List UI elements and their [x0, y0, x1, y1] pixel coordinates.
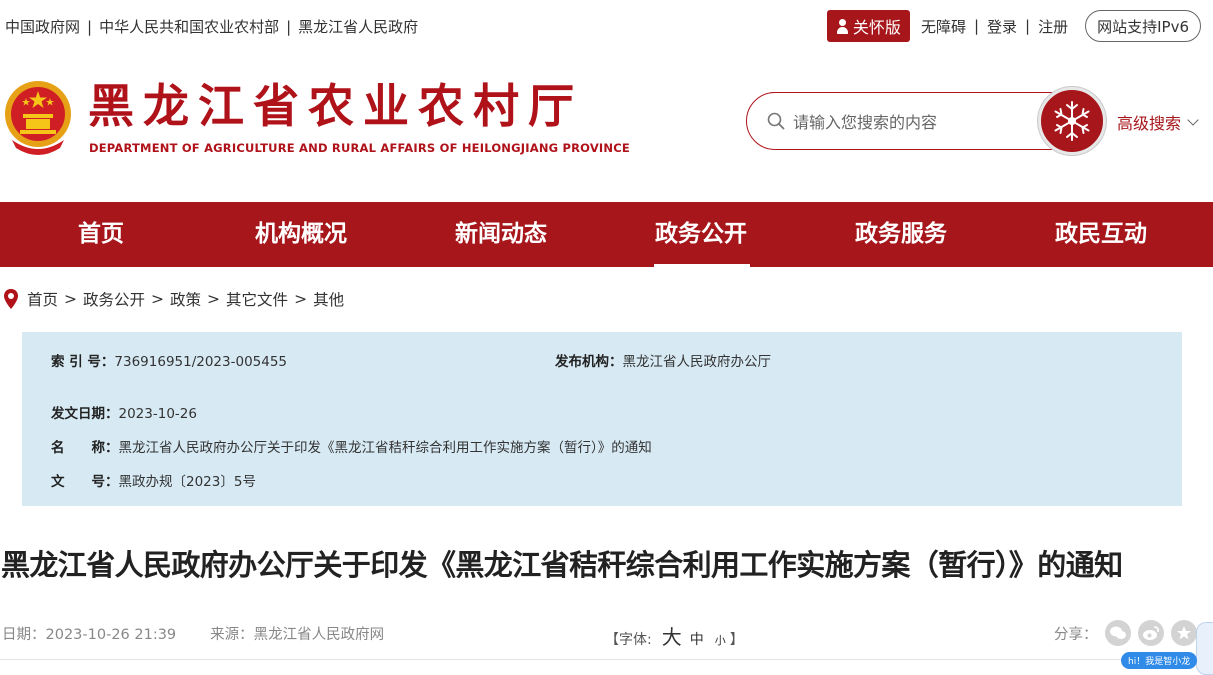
top-links: 中国政府网 | 中华人民共和国农业农村部 | 黑龙江省人民政府: [5, 16, 418, 37]
document-info-box: 索 引 号：736916951/2023-005455 发布机构：黑龙江省人民政…: [22, 332, 1182, 506]
breadcrumb-other[interactable]: 其他: [313, 288, 344, 310]
weibo-icon[interactable]: [1137, 620, 1164, 646]
font-size-label: 【字体:: [605, 632, 652, 648]
info-date-value: 2023-10-26: [118, 406, 197, 422]
star-icon[interactable]: [1170, 620, 1197, 646]
breadcrumb: 首页 > 政务公开 > 政策 > 其它文件 > 其他: [3, 288, 344, 310]
nav-gov-services[interactable]: 政务服务: [801, 202, 1001, 267]
breadcrumb-policy[interactable]: 政策: [170, 288, 201, 310]
assistant-bubble[interactable]: hi！我是智小龙: [1121, 652, 1198, 669]
separator: |: [286, 18, 292, 36]
breadcrumb-gov-affairs[interactable]: 政务公开: [83, 288, 145, 310]
font-size-large-button[interactable]: 大: [662, 621, 682, 650]
top-bar: 中国政府网 | 中华人民共和国农业农村部 | 黑龙江省人民政府 关怀版 无障碍 | 登录…: [0, 0, 1213, 50]
info-doc-label: 文 号：: [51, 474, 119, 490]
share-bar: 分享：: [1054, 620, 1197, 646]
article-source: 来源：黑龙江省人民政府网: [210, 627, 385, 643]
info-doc-number: 文 号：黑政办规〔2023〕5号: [51, 470, 256, 490]
nav-news[interactable]: 新闻动态: [401, 202, 601, 267]
snowflake-icon: [1054, 101, 1090, 141]
info-index: 索 引 号：736916951/2023-005455: [51, 350, 287, 370]
info-doc-value: 黑政办规〔2023〕5号: [118, 474, 256, 490]
article-date: 日期：2023-10-26 21:39: [2, 627, 177, 643]
advanced-search-label: 高级搜索: [1117, 114, 1182, 133]
info-org-label: 发布机构：: [555, 354, 623, 370]
site-subtitle-en: DEPARTMENT OF AGRICULTURE AND RURAL AFFA…: [89, 141, 630, 155]
breadcrumb-sep: >: [294, 290, 308, 308]
font-size-label-close: 】: [729, 632, 744, 648]
breadcrumb-other-docs[interactable]: 其它文件: [226, 288, 288, 310]
search-input[interactable]: [793, 110, 1033, 134]
article-meta: 日期：2023-10-26 21:39 来源：黑龙江省人民政府网: [2, 623, 384, 644]
info-date: 发文日期：2023-10-26: [51, 402, 197, 422]
emblem-icon: [5, 81, 71, 155]
care-mode-label: 关怀版: [852, 18, 901, 37]
separator: |: [973, 17, 980, 35]
info-index-value: 736916951/2023-005455: [114, 354, 288, 370]
font-size-small-button[interactable]: 小: [715, 632, 726, 648]
nav-interaction[interactable]: 政民互动: [1001, 202, 1201, 267]
ipv6-badge[interactable]: 网站支持IPv6: [1085, 10, 1201, 42]
info-name: 名 称：黑龙江省人民政府办公厅关于印发《黑龙江省秸秆综合利用工作实施方案（暂行）…: [51, 436, 652, 456]
article-title: 黑龙江省人民政府办公厅关于印发《黑龙江省秸秆综合利用工作实施方案（暂行）》的通知: [1, 548, 1123, 582]
link-hlj-gov[interactable]: 黑龙江省人民政府: [298, 18, 418, 36]
assistant-avatar[interactable]: [1196, 622, 1213, 675]
breadcrumb-sep: >: [207, 290, 221, 308]
location-pin-icon: [4, 289, 18, 309]
user-icon: [836, 18, 850, 34]
separator: |: [1025, 17, 1031, 35]
info-index-label: 索 引 号：: [51, 354, 115, 370]
care-mode-button[interactable]: 关怀版: [826, 10, 910, 42]
top-right-links: 关怀版 无障碍 | 登录 | 注册 网站支持IPv6: [826, 10, 1201, 42]
share-label: 分享：: [1054, 626, 1098, 643]
link-gov-cn[interactable]: 中国政府网: [5, 18, 80, 36]
font-size-medium-button[interactable]: 中: [690, 629, 704, 649]
info-date-label: 发文日期：: [51, 406, 119, 422]
breadcrumb-sep: >: [64, 290, 78, 308]
separator: |: [87, 18, 93, 36]
breadcrumb-home[interactable]: 首页: [27, 288, 58, 310]
accessibility-link[interactable]: 无障碍: [921, 16, 966, 37]
nav-home[interactable]: 首页: [1, 202, 201, 267]
info-name-value: 黑龙江省人民政府办公厅关于印发《黑龙江省秸秆综合利用工作实施方案（暂行）》的通知: [118, 440, 652, 456]
info-org: 发布机构：黑龙江省人民政府办公厅: [555, 350, 771, 370]
search-button[interactable]: [1038, 87, 1106, 155]
chevron-down-icon: [1187, 113, 1199, 126]
main-nav: 首页 机构概况 新闻动态 政务公开 政务服务 政民互动: [0, 202, 1213, 267]
divider: [0, 659, 1213, 660]
font-size-control: 【字体: 大 中 小 】: [605, 621, 744, 650]
search-icon: [767, 112, 785, 130]
link-moa[interactable]: 中华人民共和国农业农村部: [99, 18, 279, 36]
site-title: 黑龙江省农业农村厅: [88, 79, 583, 133]
register-link[interactable]: 注册: [1038, 16, 1068, 37]
login-link[interactable]: 登录: [987, 16, 1017, 37]
info-org-value: 黑龙江省人民政府办公厅: [622, 354, 772, 370]
breadcrumb-sep: >: [151, 290, 165, 308]
info-name-label: 名 称：: [51, 440, 119, 456]
advanced-search-link[interactable]: 高级搜索: [1117, 110, 1199, 134]
wechat-icon[interactable]: [1104, 620, 1131, 646]
nav-institution[interactable]: 机构概况: [201, 202, 401, 267]
nav-gov-affairs[interactable]: 政务公开: [601, 202, 801, 267]
